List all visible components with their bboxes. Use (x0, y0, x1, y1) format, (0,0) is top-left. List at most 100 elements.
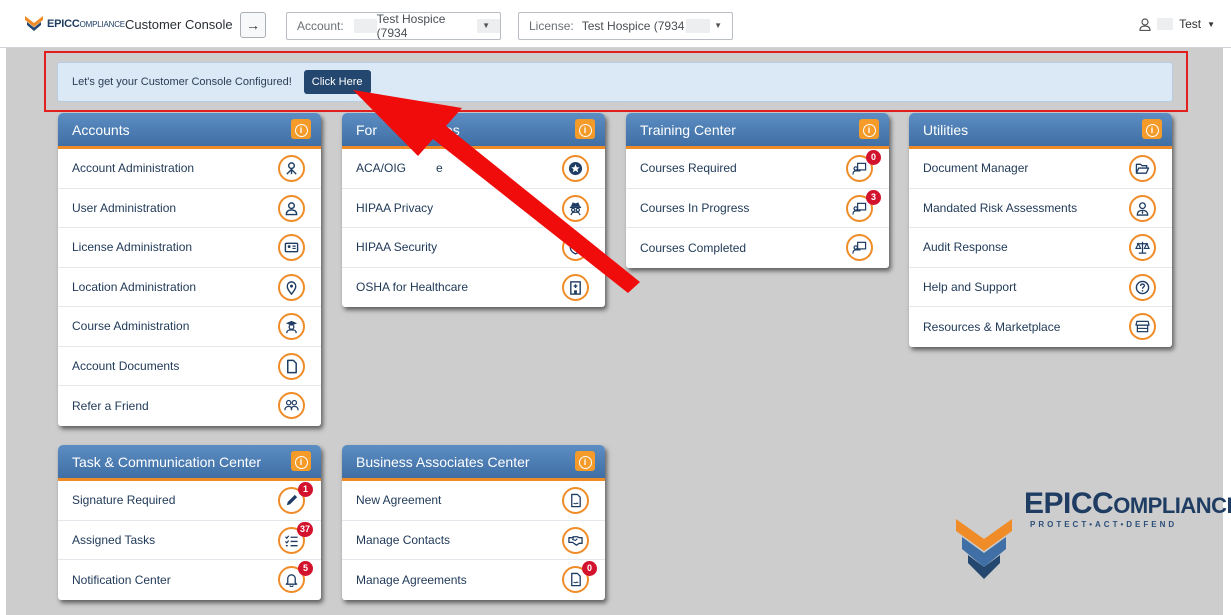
license-select[interactable]: License: Test Hospice (7934 ▼ (518, 12, 733, 40)
courses-completed-link[interactable]: Courses Completed (626, 228, 889, 268)
manage-agreements-badge: 0 (582, 561, 597, 576)
license-administration-link[interactable]: License Administration (58, 228, 321, 268)
audit-response-link[interactable]: Audit Response (909, 228, 1172, 268)
row-label: OSHA for Healthcare (356, 280, 469, 295)
epic-compliance-logo-icon (956, 519, 1012, 579)
notification-center-link[interactable]: Notification Center 5 (58, 560, 321, 600)
license-label: License: (529, 19, 574, 33)
panel-title: Training Center (640, 121, 736, 138)
panel-title: Business Associates Center (356, 453, 530, 470)
footer-tagline: PROTECT•ACT•DEFEND (1030, 520, 1178, 529)
info-icon[interactable]: i (859, 119, 879, 139)
manage-agreements-link[interactable]: Manage Agreements 0 (342, 560, 605, 600)
assigned-tasks-link[interactable]: Assigned Tasks 37 (58, 521, 321, 560)
row-label-start: ACA/OIG (356, 161, 407, 176)
courses-required-link[interactable]: Courses Required 0 (626, 149, 889, 189)
osha-for-healthcare-link[interactable]: OSHA for Healthcare (342, 268, 605, 308)
row-label: Resources & Marketplace (923, 319, 1061, 334)
row-label: Courses In Progress (640, 200, 750, 215)
spy-icon (562, 194, 589, 222)
aca-oig-link[interactable]: ACA/OIG e (342, 149, 605, 189)
handshake-icon (562, 526, 589, 554)
panel-title-start: For (356, 121, 377, 138)
teacher-board-icon (846, 234, 873, 261)
user-menu[interactable]: Test ▼ (1139, 17, 1215, 31)
user-icon (278, 194, 305, 222)
id-card-icon (278, 234, 305, 261)
panel-header: Task & Communication Center i (58, 445, 321, 481)
account-label: Account: (297, 19, 344, 33)
mandated-risk-assessments-link[interactable]: Mandated Risk Assessments (909, 189, 1172, 228)
row-label: User Administration (72, 200, 177, 215)
info-icon[interactable]: i (575, 119, 595, 139)
row-label: Location Administration (72, 279, 197, 294)
panel-title: Accounts (72, 121, 130, 138)
panel-header: Accounts i (58, 113, 321, 149)
app-title: Customer Console (125, 17, 233, 32)
panel-header: Training Center i (626, 113, 889, 149)
folder-open-icon (1129, 155, 1156, 182)
brand-name: EPICCOMPLIANCE (47, 18, 125, 30)
license-value: Test Hospice (7934 (581, 19, 685, 33)
graduate-icon (278, 313, 305, 340)
account-select[interactable]: Account: Test Hospice (7934 ▼ (286, 12, 501, 40)
document-icon (278, 352, 305, 380)
accounts-panel: Accounts i Account Administration User A… (58, 113, 321, 426)
location-administration-link[interactable]: Location Administration (58, 268, 321, 307)
epic-logo-icon (25, 16, 43, 31)
row-label: Signature Required (72, 493, 176, 508)
courses-required-badge: 0 (866, 150, 881, 165)
row-label: HIPAA Security (356, 240, 438, 255)
row-label: Refer a Friend (72, 398, 149, 413)
row-label-end: e (436, 161, 443, 176)
row-label: Document Manager (923, 161, 1029, 176)
row-label: Account Documents (72, 358, 180, 373)
panel-header: For es i (342, 113, 605, 149)
info-icon[interactable]: i (291, 451, 311, 471)
hipaa-security-link[interactable]: HIPAA Security (342, 228, 605, 268)
redaction (1157, 18, 1174, 30)
row-label: Manage Contacts (356, 532, 451, 547)
hipaa-privacy-link[interactable]: HIPAA Privacy (342, 189, 605, 228)
go-button[interactable]: → (240, 12, 266, 38)
info-icon[interactable]: i (1142, 119, 1162, 139)
row-label: Account Administration (72, 161, 195, 176)
row-label: License Administration (72, 240, 193, 255)
account-documents-link[interactable]: Account Documents (58, 347, 321, 386)
top-bar: EPICCOMPLIANCE Customer Console → Accoun… (0, 0, 1231, 48)
question-icon (1129, 273, 1156, 301)
signature-required-link[interactable]: Signature Required 1 (58, 481, 321, 521)
user-administration-link[interactable]: User Administration (58, 189, 321, 228)
annotation-highlight (44, 51, 1188, 112)
panel-title-end: es (445, 121, 460, 138)
course-administration-link[interactable]: Course Administration (58, 307, 321, 347)
footer-brand: EPICCOMPLIANCE (1024, 487, 1231, 520)
row-label: Notification Center (72, 572, 171, 587)
notification-center-badge: 5 (298, 561, 313, 576)
account-administration-link[interactable]: Account Administration (58, 149, 321, 189)
chevron-down-icon: ▼ (482, 21, 490, 30)
chevron-down-icon: ▼ (1207, 19, 1215, 29)
info-icon[interactable]: i (575, 451, 595, 471)
map-pin-icon (278, 273, 305, 301)
training-center-panel: Training Center i Courses Required 0 Cou… (626, 113, 889, 268)
user-name: Test (1179, 17, 1202, 31)
arrow-right-icon: → (246, 17, 260, 33)
resources-marketplace-link[interactable]: Resources & Marketplace (909, 307, 1172, 347)
row-label: Assigned Tasks (72, 532, 156, 547)
users-icon (278, 392, 305, 419)
row-label: Audit Response (923, 240, 1008, 255)
document-manager-link[interactable]: Document Manager (909, 149, 1172, 189)
courses-in-progress-link[interactable]: Courses In Progress 3 (626, 189, 889, 228)
file-signature-icon (562, 487, 589, 514)
store-icon (1129, 313, 1156, 340)
row-label: Courses Required (640, 161, 737, 176)
redaction (686, 19, 711, 33)
manage-contacts-link[interactable]: Manage Contacts (342, 521, 605, 560)
row-label: Help and Support (923, 279, 1017, 294)
refer-a-friend-link[interactable]: Refer a Friend (58, 386, 321, 426)
new-agreement-link[interactable]: New Agreement (342, 481, 605, 521)
help-and-support-link[interactable]: Help and Support (909, 268, 1172, 307)
info-icon[interactable]: i (291, 119, 311, 139)
scale-icon (1129, 234, 1156, 261)
